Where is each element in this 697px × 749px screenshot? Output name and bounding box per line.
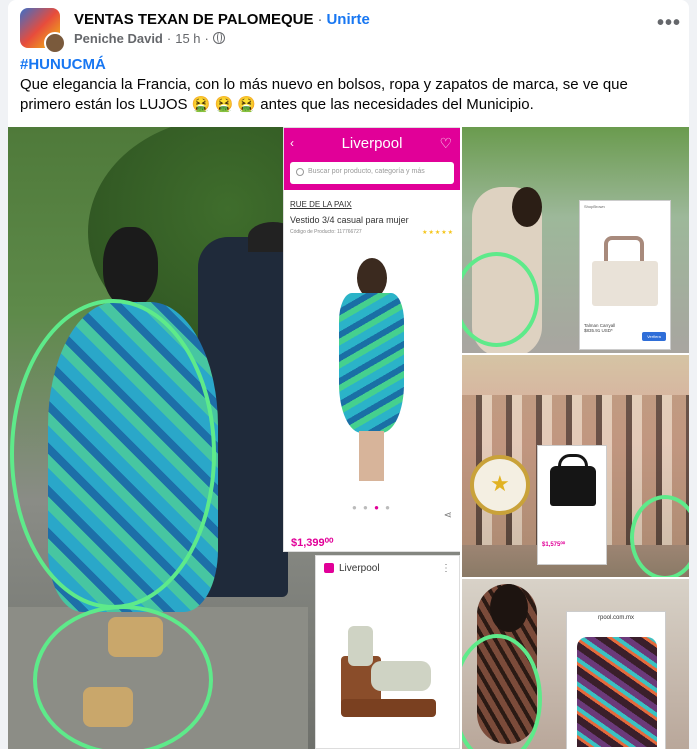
post-header: VENTAS TEXAN DE PALOMEQUE · Unirte Penic… <box>20 8 677 54</box>
back-arrow-icon: ‹ <box>290 136 294 150</box>
join-button[interactable]: Unirte <box>326 11 369 28</box>
liverpool-logo-icon <box>324 563 334 573</box>
highlight-circle <box>630 495 689 577</box>
sandal-strap <box>371 661 431 691</box>
shirt-url: rpool.com.mx <box>597 615 634 621</box>
rating-stars: ★★★★★ <box>422 230 454 236</box>
model-dress <box>339 293 404 433</box>
more-options-icon[interactable]: ••• <box>657 12 681 35</box>
post-text: #HUNUCMÁ Que elegancia la Francia, con l… <box>20 55 670 115</box>
header-text: VENTAS TEXAN DE PALOMEQUE · Unirte Penic… <box>74 11 370 46</box>
header-line2: Peniche David · 15 h · <box>74 31 370 46</box>
author-name-link[interactable]: Peniche David <box>74 31 163 46</box>
liverpool-dress-screenshot: ‹ Liverpool ♡ Buscar por producto, categ… <box>283 127 460 552</box>
separator-dot: · <box>317 10 323 28</box>
post-card: VENTAS TEXAN DE PALOMEQUE · Unirte Penic… <box>8 0 689 749</box>
woman-head <box>512 187 542 227</box>
kebab-icon: ⋮ <box>441 562 451 574</box>
bag-product-card: ShopBrown Talman Carryall $835.91 USD* V… <box>579 200 671 350</box>
photo-shirt[interactable]: rpool.com.mx <box>462 579 689 749</box>
store-name: Liverpool <box>341 134 403 152</box>
highlight-circle <box>10 299 216 609</box>
post-body: Que elegancia la Francia, con lo más nue… <box>20 76 628 113</box>
header-line1: VENTAS TEXAN DE PALOMEQUE · Unirte <box>74 11 370 28</box>
product-price: $1,399⁰⁰ <box>291 537 334 549</box>
bag-store: ShopBrown <box>584 204 605 209</box>
clock-trophy-icon <box>470 455 530 515</box>
group-avatar[interactable] <box>20 8 66 54</box>
highlight-circle <box>33 605 213 749</box>
liverpool-header: ‹ Liverpool ♡ <box>284 128 460 158</box>
heart-icon: ♡ <box>439 134 452 151</box>
sandal-strap <box>348 626 373 666</box>
tote-bag <box>592 236 658 306</box>
sandal-product <box>336 611 436 721</box>
bag-body <box>550 466 596 506</box>
black-bag-card: $1,575⁰⁰ <box>537 445 607 565</box>
separator-dot: · <box>204 30 209 46</box>
share-icon: ⋖ <box>443 510 452 521</box>
printed-shirt <box>577 637 657 747</box>
woman-head <box>490 584 528 632</box>
photo-event[interactable]: $1,575⁰⁰ <box>462 355 689 577</box>
product-code-row: Código de Producto: 117766727 ★★★★★ <box>290 229 454 236</box>
dress-model <box>329 253 414 483</box>
bag-button: Verfiera <box>642 332 666 341</box>
model-hair <box>357 258 387 298</box>
model-legs <box>359 431 384 481</box>
liverpool-sandal-screenshot[interactable]: Liverpool ⋮ <box>315 555 460 749</box>
product-code: Código de Producto: 117766727 <box>290 229 362 235</box>
liverpool-search: Buscar por producto, categoría y más <box>284 158 460 190</box>
author-avatar[interactable] <box>44 32 66 54</box>
bag-price: $835.91 USD* <box>584 328 613 333</box>
photo-bag[interactable]: ShopBrown Talman Carryall $835.91 USD* V… <box>462 127 689 353</box>
photo-grid: ‹ Liverpool ♡ Buscar por producto, categ… <box>8 127 689 749</box>
post-time-link[interactable]: 15 h <box>175 31 200 46</box>
search-placeholder: Buscar por producto, categoría y más <box>290 162 454 184</box>
woman-head <box>103 227 158 307</box>
separator-dot: · <box>166 30 172 46</box>
globe-icon <box>212 32 225 44</box>
group-name-link[interactable]: VENTAS TEXAN DE PALOMEQUE <box>74 11 313 28</box>
bag-info: Talman Carryall $835.91 USD* <box>584 323 615 333</box>
sandal-sole <box>341 699 436 717</box>
liverpool-sandal-header: Liverpool ⋮ <box>316 556 459 580</box>
product-brand: RUE DE LA PAIX <box>290 200 352 209</box>
store-name: Liverpool <box>339 562 380 574</box>
image-pager: ● ● ● ● <box>351 503 392 512</box>
bag-body <box>592 261 658 306</box>
product-title: Vestido 3/4 casual para mujer <box>290 215 409 225</box>
shirt-product-card: rpool.com.mx <box>566 611 666 749</box>
bag-price: $1,575⁰⁰ <box>542 542 566 548</box>
hashtag-link[interactable]: #HUNUCMÁ <box>20 55 670 75</box>
